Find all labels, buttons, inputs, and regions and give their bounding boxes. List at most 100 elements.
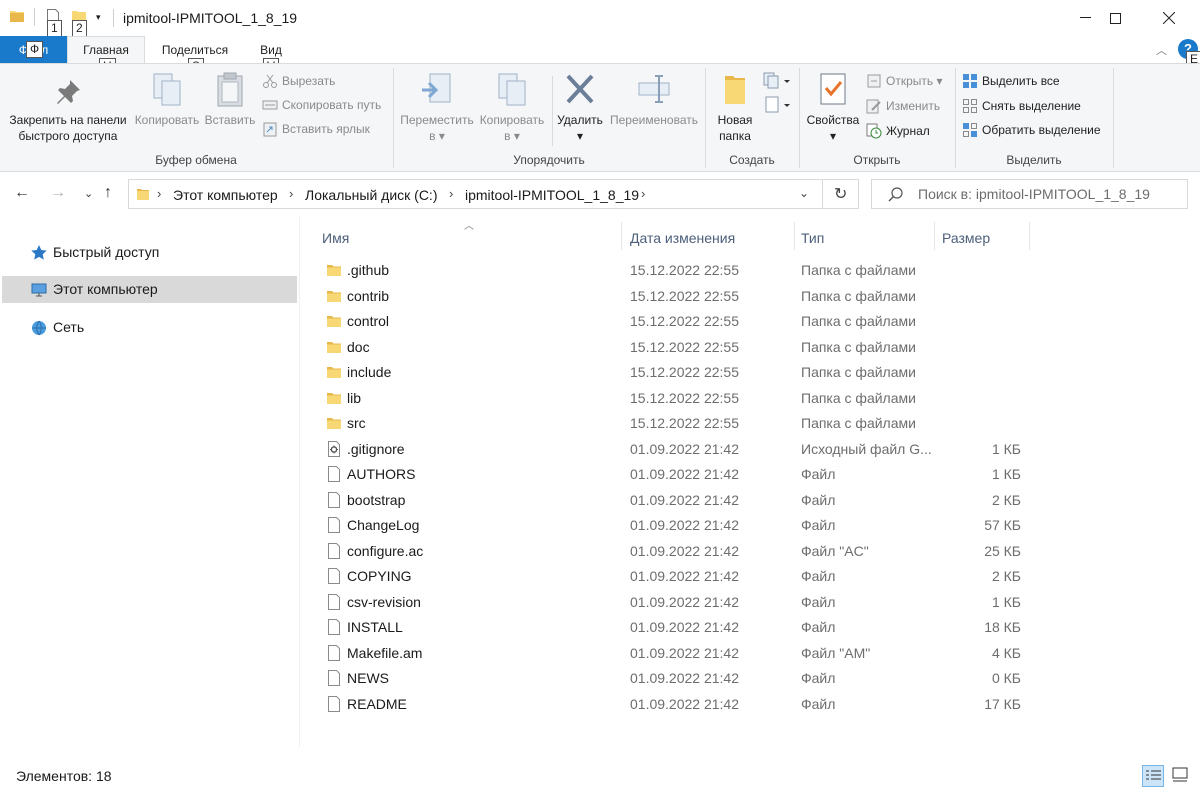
invert-selection-label: Обратить выделение [982, 123, 1101, 137]
pin-quick-access-button[interactable]: Закрепить на панели быстрого доступа [6, 76, 130, 144]
file-name: Makefile.am [347, 644, 423, 661]
refresh-icon[interactable]: ↻ [834, 184, 847, 204]
recent-locations-chevron-icon[interactable]: ⌄ [84, 187, 93, 200]
file-size: 1 КБ [991, 593, 1021, 610]
select-all-button[interactable]: Выделить все [962, 73, 1060, 89]
ribbon-tabs: Файл Ф Главная H Поделиться S Вид V ︿ ? … [0, 36, 1200, 75]
cut-button[interactable]: Вырезать [262, 73, 335, 89]
keytip-2: 2 [72, 20, 87, 37]
breadcrumb-current-folder[interactable]: ipmitool-IPMITOOL_1_8_19 [465, 187, 639, 203]
maximize-button[interactable] [1092, 0, 1138, 36]
file-name: doc [347, 338, 370, 355]
star-icon [31, 245, 47, 260]
folder-icon [327, 341, 341, 353]
file-date: 15.12.2022 22:55 [630, 262, 739, 278]
new-item-icon[interactable] [762, 72, 794, 90]
rename-button[interactable]: Переименовать [606, 72, 702, 128]
column-header-name[interactable]: Имя [322, 224, 622, 252]
sidebar-item-network[interactable]: Сеть [2, 314, 297, 341]
up-arrow-icon[interactable]: ↑ [104, 184, 112, 202]
table-row[interactable]: src 15.12.2022 22:55 Папка с файлами [322, 411, 1022, 436]
table-row[interactable]: control 15.12.2022 22:55 Папка с файлами [322, 309, 1022, 334]
paste-icon [217, 72, 243, 107]
table-row[interactable]: lib 15.12.2022 22:55 Папка с файлами [322, 386, 1022, 411]
back-arrow-icon[interactable]: ← [14, 184, 30, 202]
large-icons-view-button[interactable] [1170, 765, 1192, 787]
table-row[interactable]: contrib 15.12.2022 22:55 Папка с файлами [322, 284, 1022, 309]
table-row[interactable]: configure.ac 01.09.2022 21:42 Файл "AC" 25 … [322, 539, 1022, 564]
table-row[interactable]: COPYING 01.09.2022 21:42 Файл 2 КБ [322, 564, 1022, 589]
edit-button[interactable]: Изменить [866, 98, 940, 114]
folder-icon [327, 265, 341, 276]
column-header-date[interactable]: Дата изменения [630, 224, 790, 252]
file-name: .gitignore [347, 440, 405, 457]
paste-button[interactable]: Вставить [202, 72, 258, 128]
item-count: Элементов: 18 [16, 768, 112, 784]
clipboard-group-label: Буфер обмена [155, 153, 237, 167]
details-view-button[interactable] [1142, 765, 1164, 787]
file-type: Папка с файлами [801, 364, 916, 380]
new-folder-button[interactable]: Новая папка [708, 72, 762, 144]
table-row[interactable]: AUTHORS 01.09.2022 21:42 Файл 1 КБ [322, 462, 1022, 487]
table-row[interactable]: Makefile.am 01.09.2022 21:42 Файл "AM" 4 КБ [322, 641, 1022, 666]
move-to-button[interactable]: Переместить в ▾ [398, 72, 476, 144]
copy-path-button[interactable]: Скопировать путь [262, 97, 381, 113]
table-row[interactable]: INSTALL 01.09.2022 21:42 Файл 18 КБ [322, 615, 1022, 640]
properties-button[interactable]: Свойства ▾ [802, 72, 864, 144]
sidebar-item-this-pc[interactable]: Этот компьютер [2, 276, 297, 303]
easy-access-icon[interactable] [762, 96, 794, 114]
maximize-icon [1109, 12, 1121, 24]
breadcrumb-local-disk[interactable]: Локальный диск (C:) [305, 187, 438, 203]
column-header-size[interactable]: Размер [942, 224, 1032, 252]
search-input[interactable] [918, 184, 1178, 204]
close-button[interactable] [1146, 0, 1192, 36]
breadcrumb-this-pc[interactable]: Этот компьютер [173, 187, 278, 203]
address-history-chevron-icon[interactable]: ⌄ [799, 186, 809, 200]
column-header-type[interactable]: Тип [801, 224, 931, 252]
new-folder-icon [725, 76, 745, 104]
address-bar[interactable]: › Этот компьютер › Локальный диск (C:) ›… [128, 179, 859, 209]
quick-access-dropdown-icon[interactable]: ▾ [96, 12, 101, 23]
file-icon [328, 491, 340, 508]
file-name: bootstrap [347, 491, 406, 508]
breadcrumb-chevron-icon[interactable]: › [449, 186, 453, 201]
file-size: 2 КБ [991, 568, 1021, 584]
cut-label: Вырезать [282, 74, 336, 88]
rename-label: Переименовать [610, 113, 698, 127]
file-size: 25 КБ [984, 542, 1021, 559]
table-row[interactable]: bootstrap 01.09.2022 21:42 Файл 2 КБ [322, 488, 1022, 513]
new-folder-label-2: папка [719, 129, 751, 143]
create-group-label: Создать [729, 153, 775, 167]
table-row[interactable]: include 15.12.2022 22:55 Папка с файлами [322, 360, 1022, 385]
table-row[interactable]: .gitignore 01.09.2022 21:42 Исходный файл … [322, 437, 1022, 462]
history-button[interactable]: Журнал [866, 123, 930, 139]
file-type: Файл [801, 466, 836, 482]
table-row[interactable]: NEWS 01.09.2022 21:42 Файл 0 КБ [322, 666, 1022, 691]
forward-arrow-icon[interactable]: → [50, 184, 66, 202]
paste-shortcut-label: Вставить ярлык [282, 122, 370, 136]
table-row[interactable]: csv-revision 01.09.2022 21:42 Файл 1 КБ [322, 590, 1022, 615]
breadcrumb-chevron-icon[interactable]: › [289, 186, 293, 201]
select-none-button[interactable]: Снять выделение [962, 98, 1081, 114]
table-row[interactable]: README 01.09.2022 21:42 Файл 17 КБ [322, 692, 1022, 717]
invert-selection-icon [963, 123, 977, 137]
navigation-pane: Быстрый доступ Этот компьютер Сеть [0, 217, 300, 747]
table-row[interactable]: ChangeLog 01.09.2022 21:42 Файл 57 КБ [322, 513, 1022, 538]
breadcrumb-chevron-icon[interactable]: › [641, 186, 645, 201]
collapse-ribbon-icon[interactable]: ︿ [1156, 42, 1167, 58]
copy-button[interactable]: Копировать [132, 72, 202, 128]
search-icon [888, 187, 903, 202]
open-button[interactable]: Открыть ▾ [866, 73, 943, 89]
details-view-icon [1146, 770, 1161, 780]
delete-button[interactable]: Удалить ▾ [554, 72, 606, 144]
table-row[interactable]: .github 15.12.2022 22:55 Папка с файлами [322, 258, 1022, 283]
close-icon [1163, 12, 1175, 24]
file-type: Файл "AM" [801, 644, 871, 661]
breadcrumb-chevron-icon[interactable]: › [157, 186, 161, 201]
sidebar-item-quick-access[interactable]: Быстрый доступ [2, 239, 297, 266]
paste-shortcut-button[interactable]: Вставить ярлык [262, 121, 370, 137]
table-row[interactable]: doc 15.12.2022 22:55 Папка с файлами [322, 335, 1022, 360]
copy-to-button[interactable]: Копировать в ▾ [476, 72, 548, 144]
file-size: 0 КБ [991, 670, 1021, 686]
invert-selection-button[interactable]: Обратить выделение [962, 122, 1101, 138]
